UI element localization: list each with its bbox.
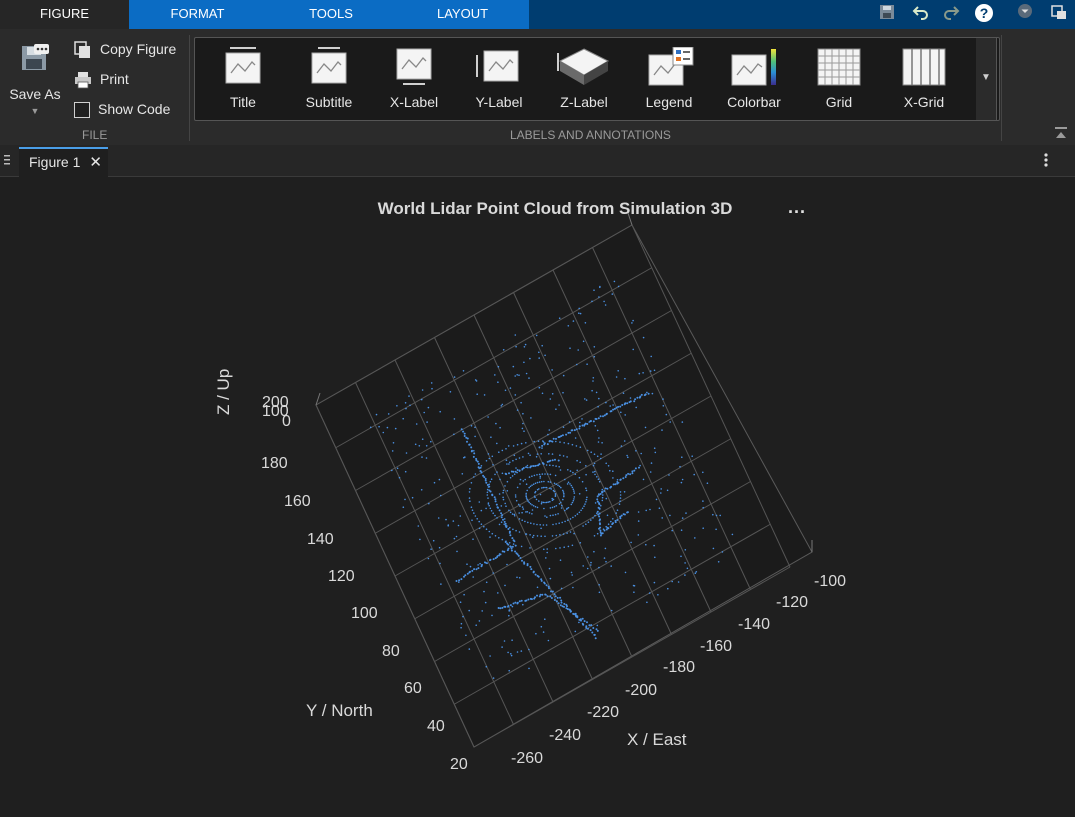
x-label-button[interactable]: X-Label xyxy=(374,42,454,116)
undock-icon[interactable] xyxy=(1048,3,1070,25)
show-code-label: Show Code xyxy=(98,101,171,117)
x-tick-label: -100 xyxy=(814,573,847,590)
y-tick-label: 20 xyxy=(450,756,468,773)
copy-figure-label: Copy Figure xyxy=(100,41,177,57)
subtitle-button[interactable]: Subtitle xyxy=(289,42,369,116)
print-label: Print xyxy=(100,71,129,87)
document-bar: Figure 1 ✕ xyxy=(0,145,1075,178)
title-button[interactable]: Title xyxy=(203,42,283,116)
collapse-ribbon-icon[interactable] xyxy=(1054,126,1068,140)
grid-button[interactable]: Grid xyxy=(799,42,879,116)
subtitle-label: Subtitle xyxy=(305,94,353,110)
save-as-icon xyxy=(22,44,49,70)
figure-canvas[interactable]: World Lidar Point Cloud from Simulation … xyxy=(0,177,1075,817)
show-code-checkbox[interactable]: Show Code xyxy=(74,98,170,120)
tab-layout[interactable]: LAYOUT xyxy=(396,0,529,29)
legend-icon xyxy=(648,47,694,86)
y-tick-label: 60 xyxy=(404,680,422,697)
grid-label: Grid xyxy=(825,94,853,110)
close-icon[interactable]: ✕ xyxy=(89,149,102,176)
z-label-icon xyxy=(557,48,610,85)
colorbar-button[interactable]: Colorbar xyxy=(714,42,794,116)
more-options-icon[interactable] xyxy=(1041,151,1051,169)
y-tick-label: 120 xyxy=(328,568,355,585)
save-as-label: Save As xyxy=(9,86,61,102)
chevron-down-icon: ▼ xyxy=(981,72,991,83)
x-tick-label: -160 xyxy=(700,638,733,655)
printer-icon xyxy=(75,72,91,89)
undo-icon[interactable] xyxy=(910,3,932,25)
labels-gallery: Title Subtitle X-Label Y-Label Z-Label L… xyxy=(194,37,1000,121)
x-tick-label: -120 xyxy=(776,594,809,611)
y-label-button[interactable]: Y-Label xyxy=(459,42,539,116)
tab-format[interactable]: FORMAT xyxy=(129,0,266,29)
box-edge xyxy=(627,212,633,226)
y-tick-label: 180 xyxy=(261,455,288,472)
x-tick-label: -140 xyxy=(738,616,771,633)
z-label-label: Z-Label xyxy=(560,94,608,110)
x-tick-label: -200 xyxy=(625,682,658,699)
x-label-label: X-Label xyxy=(389,94,439,110)
x-grid-label: X-Grid xyxy=(903,94,945,110)
save-as-button[interactable]: Save As ▼ xyxy=(6,39,64,139)
ribbon: Save As ▼ Copy Figure Print Show Code FI… xyxy=(0,29,1075,146)
z-axis-label: Z / Up xyxy=(214,368,233,415)
x-tick-label: -260 xyxy=(511,750,544,767)
x-tick-label: -240 xyxy=(549,727,582,744)
copy-icon xyxy=(74,41,90,59)
x-axis-label: X / East xyxy=(627,730,687,749)
chevron-down-icon[interactable] xyxy=(1014,3,1036,25)
save-icon[interactable] xyxy=(876,3,898,25)
y-tick-label: 160 xyxy=(284,493,311,510)
axes-background xyxy=(315,224,813,748)
x-grid-icon xyxy=(902,48,946,86)
subtitle-icon xyxy=(311,47,347,84)
y-tick-label: 40 xyxy=(427,718,445,735)
print-button[interactable]: Print xyxy=(74,68,129,90)
y-tick-label: 140 xyxy=(307,531,334,548)
x-label-icon xyxy=(396,48,432,85)
y-tick-label: 100 xyxy=(351,605,378,622)
tab-figure[interactable]: FIGURE xyxy=(0,0,129,29)
file-group-label: FILE xyxy=(82,128,108,142)
y-tick-label: 80 xyxy=(382,643,400,660)
y-axis-label: Y / North xyxy=(306,701,373,720)
redo-icon[interactable] xyxy=(940,3,962,25)
legend-button[interactable]: Legend xyxy=(629,42,709,116)
colorbar-icon xyxy=(731,49,776,86)
group-separator xyxy=(1001,35,1002,141)
plot-area xyxy=(315,212,813,748)
y-label-label: Y-Label xyxy=(475,94,523,110)
y-label-icon xyxy=(476,50,519,82)
document-tab-figure-1[interactable]: Figure 1 ✕ xyxy=(19,147,108,178)
title-label: Title xyxy=(230,94,256,110)
z-tick-label: 200 xyxy=(262,394,289,411)
gallery-expand-button[interactable]: ▼ xyxy=(976,37,997,121)
x-grid-button[interactable]: X-Grid xyxy=(884,42,964,116)
document-tab-label: Figure 1 xyxy=(29,154,81,170)
svg-text:?: ? xyxy=(980,5,989,21)
copy-figure-button[interactable]: Copy Figure xyxy=(74,38,176,60)
save-as-dropdown-icon[interactable]: ▼ xyxy=(6,106,64,116)
group-separator xyxy=(189,35,190,141)
x-tick-label: -180 xyxy=(663,659,696,676)
grid-icon xyxy=(817,48,861,86)
x-tick-label: -220 xyxy=(587,704,620,721)
labels-group-label: LABELS AND ANNOTATIONS xyxy=(510,128,671,142)
tab-tools[interactable]: TOOLS xyxy=(266,0,396,29)
colorbar-label: Colorbar xyxy=(727,94,781,110)
z-label-button[interactable]: Z-Label xyxy=(544,42,624,116)
title-icon xyxy=(225,47,261,84)
legend-label: Legend xyxy=(645,94,693,110)
document-menu-icon[interactable] xyxy=(4,153,12,165)
checkbox-icon[interactable] xyxy=(74,102,90,119)
help-icon[interactable]: ? xyxy=(973,3,995,25)
